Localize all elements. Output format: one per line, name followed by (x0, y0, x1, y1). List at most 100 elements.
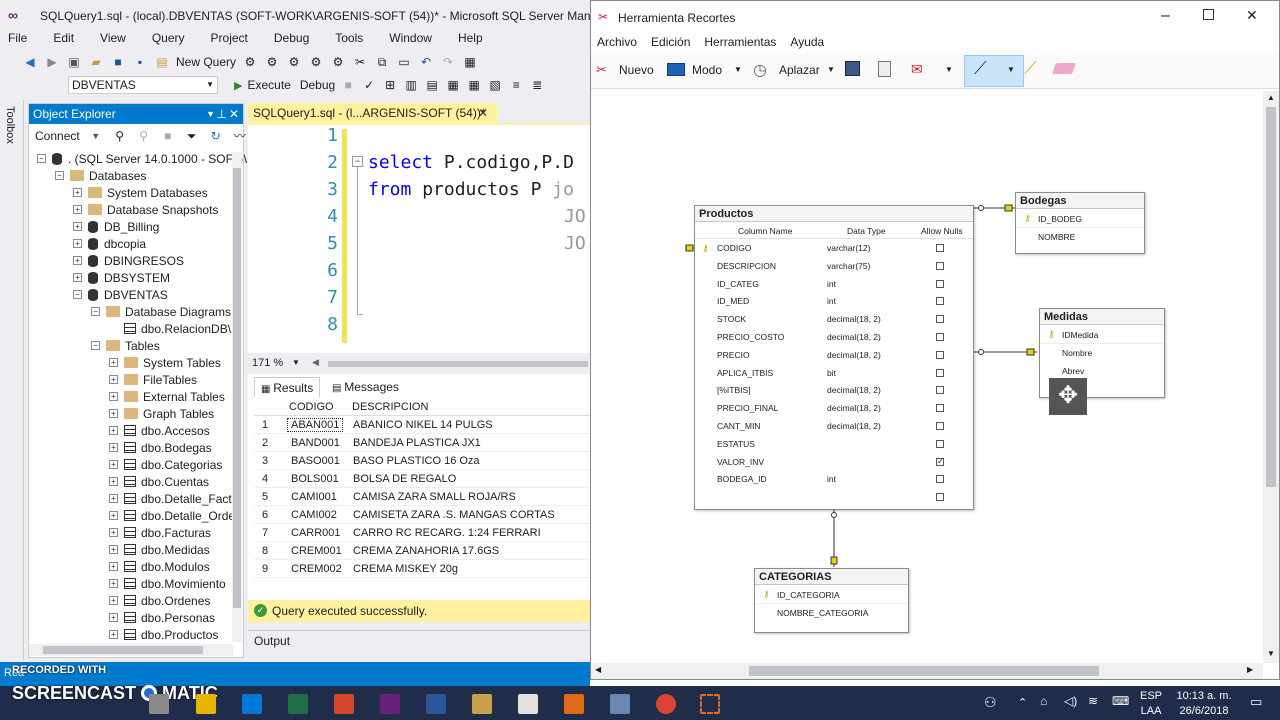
tree-diagrams-node[interactable]: − Database Diagrams (91, 303, 231, 320)
expand-icon[interactable]: + (109, 579, 118, 588)
menu-archivo[interactable]: Archivo (597, 35, 637, 49)
productos-row[interactable]: APLICA_ITBIS bit (695, 364, 973, 382)
wifi-icon[interactable]: ≋ (1088, 694, 1098, 708)
menu-tools[interactable]: Tools (335, 31, 363, 45)
snip-hscrollbar[interactable]: ◀ ▶ (591, 663, 1263, 679)
tree-table-item-2[interactable]: + dbo.Categorias (109, 456, 222, 473)
tree-table-folder-3[interactable]: + Graph Tables (109, 405, 214, 422)
dmx-icon[interactable]: ⚙ (286, 54, 302, 70)
cell-codigo[interactable]: BASO001 (291, 455, 340, 467)
db-query-icon[interactable]: ⚙ (242, 54, 258, 70)
column-header-codigo[interactable]: CODIGO (289, 401, 334, 413)
save-all-icon[interactable]: ▪ (132, 54, 148, 70)
productos-row[interactable]: [%ITBIS] decimal(18, 2) (695, 381, 973, 399)
cell-descripcion[interactable]: CAMISETA ZARA .S. MANGAS CORTAS (353, 509, 555, 521)
allow-nulls-checkbox[interactable] (936, 333, 944, 341)
object-explorer-toolbar-icon[interactable] (36, 76, 52, 92)
highlighter-icon[interactable]: ⟋ (1024, 58, 1037, 79)
collapse-icon[interactable]: − (55, 171, 64, 180)
snip-vscrollbar[interactable]: ▲ ▼ (1263, 91, 1279, 663)
cell-codigo[interactable]: BAND001 (291, 437, 340, 449)
allow-nulls-checkbox[interactable] (936, 422, 944, 430)
menu-project[interactable]: Project (211, 31, 248, 45)
mdx-icon[interactable]: ⚙ (264, 54, 280, 70)
results-grid-icon[interactable]: ▦ (466, 77, 482, 93)
execute-button[interactable]: Execute (247, 78, 290, 92)
people-icon[interactable]: ⚇ (984, 694, 997, 711)
expand-icon[interactable]: + (109, 613, 118, 622)
estimated-plan-icon[interactable]: ⊞ (382, 77, 398, 93)
powerpoint-icon[interactable] (334, 694, 354, 714)
database-select[interactable]: DBVENTAS ▼ (68, 76, 218, 94)
ssms-taskbar-icon[interactable] (472, 694, 492, 714)
allow-nulls-checkbox[interactable] (936, 475, 944, 484)
tree-table-folder-1[interactable]: + FileTables (109, 371, 197, 388)
connect-dropdown-icon[interactable]: ▼ (88, 128, 104, 144)
collapse-icon[interactable]: − (91, 307, 100, 316)
productos-row[interactable]: ⚷ CODIGO varchar(12) (695, 239, 973, 257)
expand-icon[interactable]: + (109, 375, 118, 384)
eraser-icon[interactable] (1051, 63, 1077, 74)
tree-databases-node[interactable]: − Databases (55, 167, 146, 184)
save-snip-icon[interactable] (845, 61, 860, 76)
tree-table-item-0[interactable]: + dbo.Accesos (109, 422, 210, 439)
table-row[interactable]: 4 BOLS001 BOLSA DE REGALO (254, 470, 590, 488)
refresh-icon[interactable]: ↻ (208, 128, 224, 144)
tree-db-node-6[interactable]: − DBVENTAS (73, 286, 168, 303)
open-folder-icon[interactable]: ▰ (88, 54, 104, 70)
store-icon[interactable] (242, 694, 262, 714)
zoom-dropdown-icon[interactable]: ▼ (292, 358, 300, 367)
productos-row[interactable]: DESCRIPCION varchar(75) (695, 257, 973, 275)
table-row[interactable]: 1 ABAN001 ABANICO NIKEL 14 PULGS (254, 416, 590, 434)
tree-server-node[interactable]: − . (SQL Server 14.0.1000 - SOFT-\ (37, 150, 247, 167)
allow-nulls-checkbox[interactable] (936, 368, 944, 377)
snip-vscroll-thumb[interactable] (1266, 107, 1276, 487)
expand-icon[interactable]: + (109, 511, 118, 520)
close-icon[interactable]: ✕ (229, 104, 239, 124)
connect-db-icon[interactable]: ⚲ (112, 128, 128, 144)
mail-icon[interactable] (518, 694, 538, 714)
allow-nulls-checkbox[interactable] (936, 279, 944, 288)
expand-icon[interactable]: + (109, 494, 118, 503)
ssms-2-icon[interactable] (610, 694, 630, 714)
expand-icon[interactable]: + (109, 545, 118, 554)
language-indicator[interactable]: ESP LAA (1140, 689, 1162, 719)
cell-descripcion[interactable]: ABANICO NIKEL 14 PULGS (353, 419, 493, 431)
productos-row[interactable]: PRECIO_COSTO decimal(18, 2) (695, 328, 973, 346)
modo-button[interactable]: Modo (692, 63, 722, 77)
connect-button[interactable]: Connect (35, 129, 80, 143)
collapse-icon[interactable]: − (37, 154, 46, 163)
tree-table-folder-2[interactable]: + External Tables (109, 388, 225, 405)
pin-icon[interactable]: ⊥ (217, 104, 227, 124)
menu-query[interactable]: Query (152, 31, 185, 45)
cell-codigo[interactable]: CAMI002 (291, 509, 337, 521)
allow-nulls-checkbox[interactable] (936, 315, 944, 324)
comment-icon[interactable]: ≡ (508, 77, 524, 93)
output-panel-header[interactable]: Output (248, 630, 590, 650)
panel-dropdown-icon[interactable]: ▼ (206, 104, 215, 124)
tree-tables-node[interactable]: − Tables (91, 337, 160, 354)
tree-table-item-7[interactable]: + dbo.Medidas (109, 541, 210, 558)
menu-edit[interactable]: Edit (53, 31, 74, 45)
productos-row[interactable]: VALOR_INV ✓ (695, 453, 973, 471)
scroll-down-icon[interactable]: ▼ (1267, 649, 1275, 658)
notifications-icon[interactable]: ▭ (1250, 694, 1262, 710)
table-productos[interactable]: Productos Column Name Data Type Allow Nu… (694, 205, 974, 510)
table-row[interactable]: 8 CREM001 CREMA ZANAHORIA 17.6GS (254, 542, 590, 560)
back-icon[interactable]: ◀ (22, 54, 38, 70)
table-row[interactable]: 5 CAMI001 CAMISA ZARA SMALL ROJA/RS (254, 488, 590, 506)
expand-icon[interactable]: + (73, 256, 82, 265)
word-icon[interactable] (426, 694, 446, 714)
tree-db-node-0[interactable]: + System Databases (73, 184, 208, 201)
snipping-tool-taskbar-icon[interactable] (700, 694, 720, 714)
expand-icon[interactable]: + (109, 477, 118, 486)
productos-row[interactable]: ESTATUS (695, 435, 973, 453)
forward-icon[interactable]: ▶ (44, 54, 60, 70)
tree-table-item-11[interactable]: + dbo.Personas (109, 609, 215, 626)
modo-dropdown-icon[interactable]: ▼ (734, 65, 742, 74)
menu-window[interactable]: Window (389, 31, 432, 45)
allow-nulls-checkbox[interactable] (936, 439, 944, 448)
aplazar-dropdown-icon[interactable]: ▼ (827, 65, 835, 74)
expand-icon[interactable]: + (109, 358, 118, 367)
productos-row[interactable]: ID_MED int (695, 292, 973, 310)
